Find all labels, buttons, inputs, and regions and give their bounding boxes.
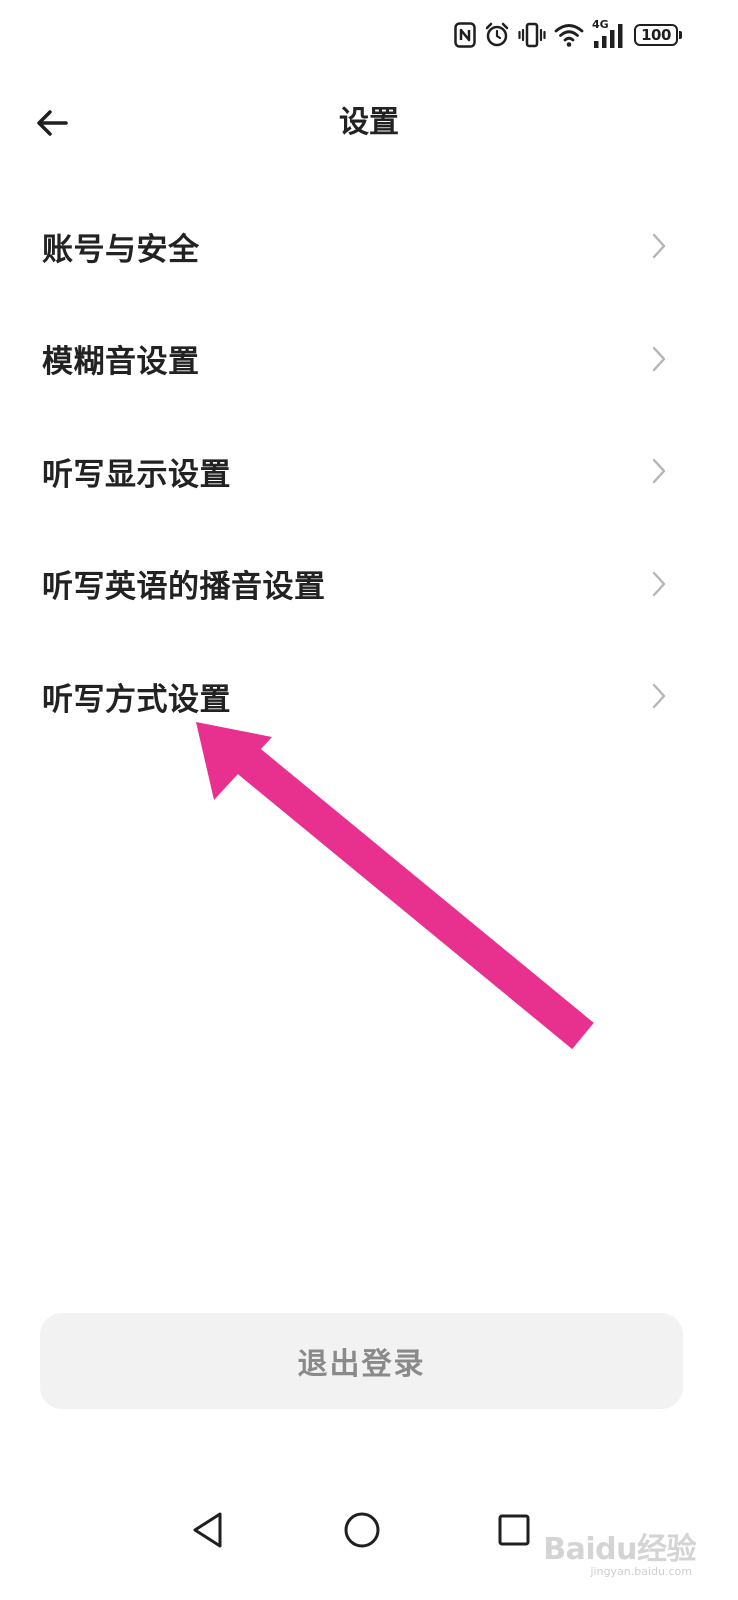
menu-item-label: 账号与安全 [42, 231, 200, 268]
back-triangle-icon [193, 1512, 222, 1548]
chevron-right-icon [652, 571, 666, 596]
home-circle-icon [344, 1512, 380, 1548]
menu-item-fuzzy-sound[interactable]: 模糊音设置 [0, 303, 738, 416]
chevron-right-icon [652, 234, 666, 259]
nav-back-button[interactable] [186, 1508, 230, 1552]
watermark-site: jingyan.baidu.com [590, 1565, 692, 1578]
recents-square-icon [498, 1514, 530, 1546]
page-title: 设置 [339, 105, 399, 140]
vibrate-icon [518, 22, 546, 48]
network-type-label: 4G [592, 18, 609, 31]
settings-menu-list: 账号与安全 模糊音设置 听写显示设置 听写英语的播音设置 听写方式设置 [0, 190, 738, 753]
status-bar: 4G 100 [454, 18, 682, 52]
battery-icon: 100 [634, 24, 682, 46]
back-button[interactable] [30, 103, 74, 143]
nav-home-button[interactable] [340, 1508, 384, 1552]
nfc-icon [454, 22, 476, 48]
system-nav-bar [0, 1500, 738, 1560]
menu-item-label: 听写显示设置 [42, 456, 231, 493]
logout-button[interactable]: 退出登录 [40, 1313, 683, 1409]
menu-item-account-security[interactable]: 账号与安全 [0, 190, 738, 303]
wifi-icon [554, 22, 584, 48]
header: 设置 [0, 90, 738, 156]
annotation-arrow [196, 722, 594, 1050]
signal-4g-icon: 4G [592, 18, 626, 49]
battery-level: 100 [634, 24, 678, 46]
menu-item-label: 听写英语的播音设置 [42, 569, 326, 606]
chevron-right-icon [652, 684, 666, 709]
menu-item-dictation-display[interactable]: 听写显示设置 [0, 415, 738, 528]
chevron-right-icon [652, 346, 666, 371]
chevron-right-icon [652, 459, 666, 484]
nav-recents-button[interactable] [492, 1508, 536, 1552]
menu-item-label: 模糊音设置 [42, 344, 200, 381]
battery-cap [679, 31, 682, 39]
alarm-icon [484, 22, 510, 48]
arrow-left-icon [37, 110, 68, 136]
menu-item-label: 听写方式设置 [42, 681, 231, 718]
menu-item-english-broadcast[interactable]: 听写英语的播音设置 [0, 528, 738, 641]
menu-item-dictation-mode[interactable]: 听写方式设置 [0, 640, 738, 753]
